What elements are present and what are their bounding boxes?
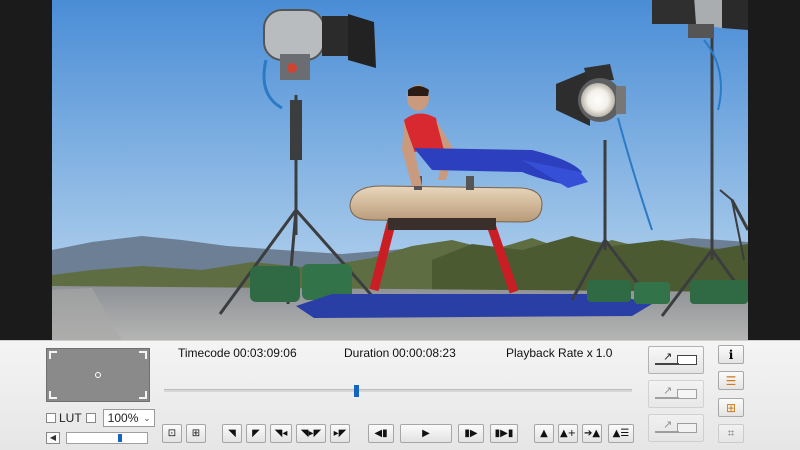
marker-list-button[interactable]: ▲☰ (608, 424, 634, 443)
go-to-in-icon: ◥◂ (274, 428, 288, 439)
step-back-button[interactable]: ◀▮ (368, 424, 394, 443)
info-button[interactable]: i (718, 345, 744, 364)
thumbnail-corner-icon (49, 351, 57, 359)
go-to-out-icon: ▸◤ (333, 428, 347, 439)
arrow-right-icon: ↗ (663, 385, 673, 397)
timeline-icon (655, 431, 679, 433)
chevron-down-icon: ⌄ (143, 412, 151, 423)
info-icon: i (728, 347, 734, 362)
thumbnail-center-icon (95, 372, 101, 378)
timecode-display: Timecode 00:03:09:06 (178, 346, 297, 360)
mark-in-button[interactable]: ◥ (222, 424, 242, 443)
thumbnail-corner-icon (49, 391, 57, 399)
clip-icon (677, 355, 697, 365)
play-icon: ▶ (422, 428, 430, 439)
playback-rate-label: Playback Rate x (506, 346, 593, 360)
thumbnail-corner-icon (139, 351, 147, 359)
speaker-icon[interactable]: ◀ (46, 432, 60, 444)
duration-display: Duration 00:00:08:23 (344, 346, 456, 360)
go-to-out-button[interactable]: ▸◤ (330, 424, 350, 443)
snapshot-button[interactable]: ⊡ (162, 424, 182, 443)
video-frame-image (52, 0, 748, 340)
play-in-out-button[interactable]: ◥▸◤ (296, 424, 326, 443)
step-back-icon: ◀▮ (374, 428, 388, 439)
video-viewport[interactable] (0, 0, 800, 340)
marker-add-icon: ▲+ (559, 428, 577, 439)
list-icon: ☰ (725, 373, 737, 388)
zoom-value: 100% (107, 411, 139, 425)
replace-clip-button[interactable]: ↗ (648, 414, 704, 442)
timecode-label: Timecode (178, 346, 231, 360)
timeline-icon (655, 397, 679, 399)
clip-icon (677, 389, 697, 399)
preview-thumbnail[interactable] (46, 348, 150, 402)
duration-value: 00:00:08:23 (392, 346, 456, 360)
timeline-icon (655, 363, 679, 365)
scrub-handle[interactable] (353, 385, 359, 397)
mark-out-button[interactable]: ◤ (246, 424, 266, 443)
mark-in-icon: ◥ (228, 428, 236, 439)
mark-out-icon: ◤ (252, 428, 260, 439)
snapshot-save-button[interactable]: ⊞ (186, 424, 206, 443)
lut-checkbox[interactable] (46, 413, 56, 423)
duration-label: Duration (344, 346, 390, 360)
list-view-button[interactable]: ☰ (718, 371, 744, 390)
camera-save-icon: ⊞ (191, 428, 201, 439)
arrow-right-icon: ↗ (663, 351, 673, 363)
marker-list-icon: ▲☰ (612, 428, 630, 439)
volume-slider-handle[interactable] (118, 434, 123, 442)
split-icon: ⊞ (725, 400, 737, 415)
step-forward-button[interactable]: ▮▶ (458, 424, 484, 443)
video-frame[interactable] (52, 0, 748, 340)
timecode-value: 00:03:09:06 (233, 346, 297, 360)
play-in-out-icon: ◥▸◤ (300, 428, 322, 439)
overlay-button[interactable]: ⌗ (718, 424, 744, 443)
step-forward-icon: ▮▶ (464, 428, 478, 439)
playback-rate-display: Playback Rate x 1.0 (506, 346, 612, 360)
overlay-icon: ⌗ (727, 426, 735, 440)
add-marker-plus-button[interactable]: ▲+ (558, 424, 578, 443)
overwrite-clip-button[interactable]: ↗ (648, 380, 704, 408)
zoom-select[interactable]: 100% ⌄ (102, 409, 155, 427)
go-marker-button[interactable]: ➔▲ (582, 424, 602, 443)
volume-row: ◀ (46, 431, 148, 445)
marker-icon: ▲ (540, 428, 548, 439)
lut-label: LUT (59, 411, 82, 425)
skip-end-icon: ▮▶▮ (494, 428, 514, 439)
volume-slider[interactable] (66, 432, 148, 444)
clip-icon (677, 423, 697, 433)
marker-goto-icon: ➔▲ (583, 428, 601, 439)
add-marker-button[interactable]: ▲ (534, 424, 554, 443)
clip-split-button[interactable]: ⊞ (718, 398, 744, 417)
arrow-right-icon: ↗ (663, 419, 673, 431)
camera-icon: ⊡ (167, 428, 177, 439)
scrub-bar[interactable] (164, 385, 632, 397)
skip-end-button[interactable]: ▮▶▮ (490, 424, 518, 443)
extra-checkbox[interactable] (85, 413, 96, 423)
thumbnail-corner-icon (139, 391, 147, 399)
play-button[interactable]: ▶ (400, 424, 452, 443)
go-to-in-button[interactable]: ◥◂ (270, 424, 292, 443)
media-player-window: LUT 100% ⌄ ◀ Timecode 00:03:09:06 Duratio… (0, 0, 800, 450)
insert-clip-button[interactable]: ↗ (648, 346, 704, 374)
lut-zoom-row: LUT 100% ⌄ (46, 409, 155, 427)
playback-rate-value: 1.0 (595, 346, 613, 360)
